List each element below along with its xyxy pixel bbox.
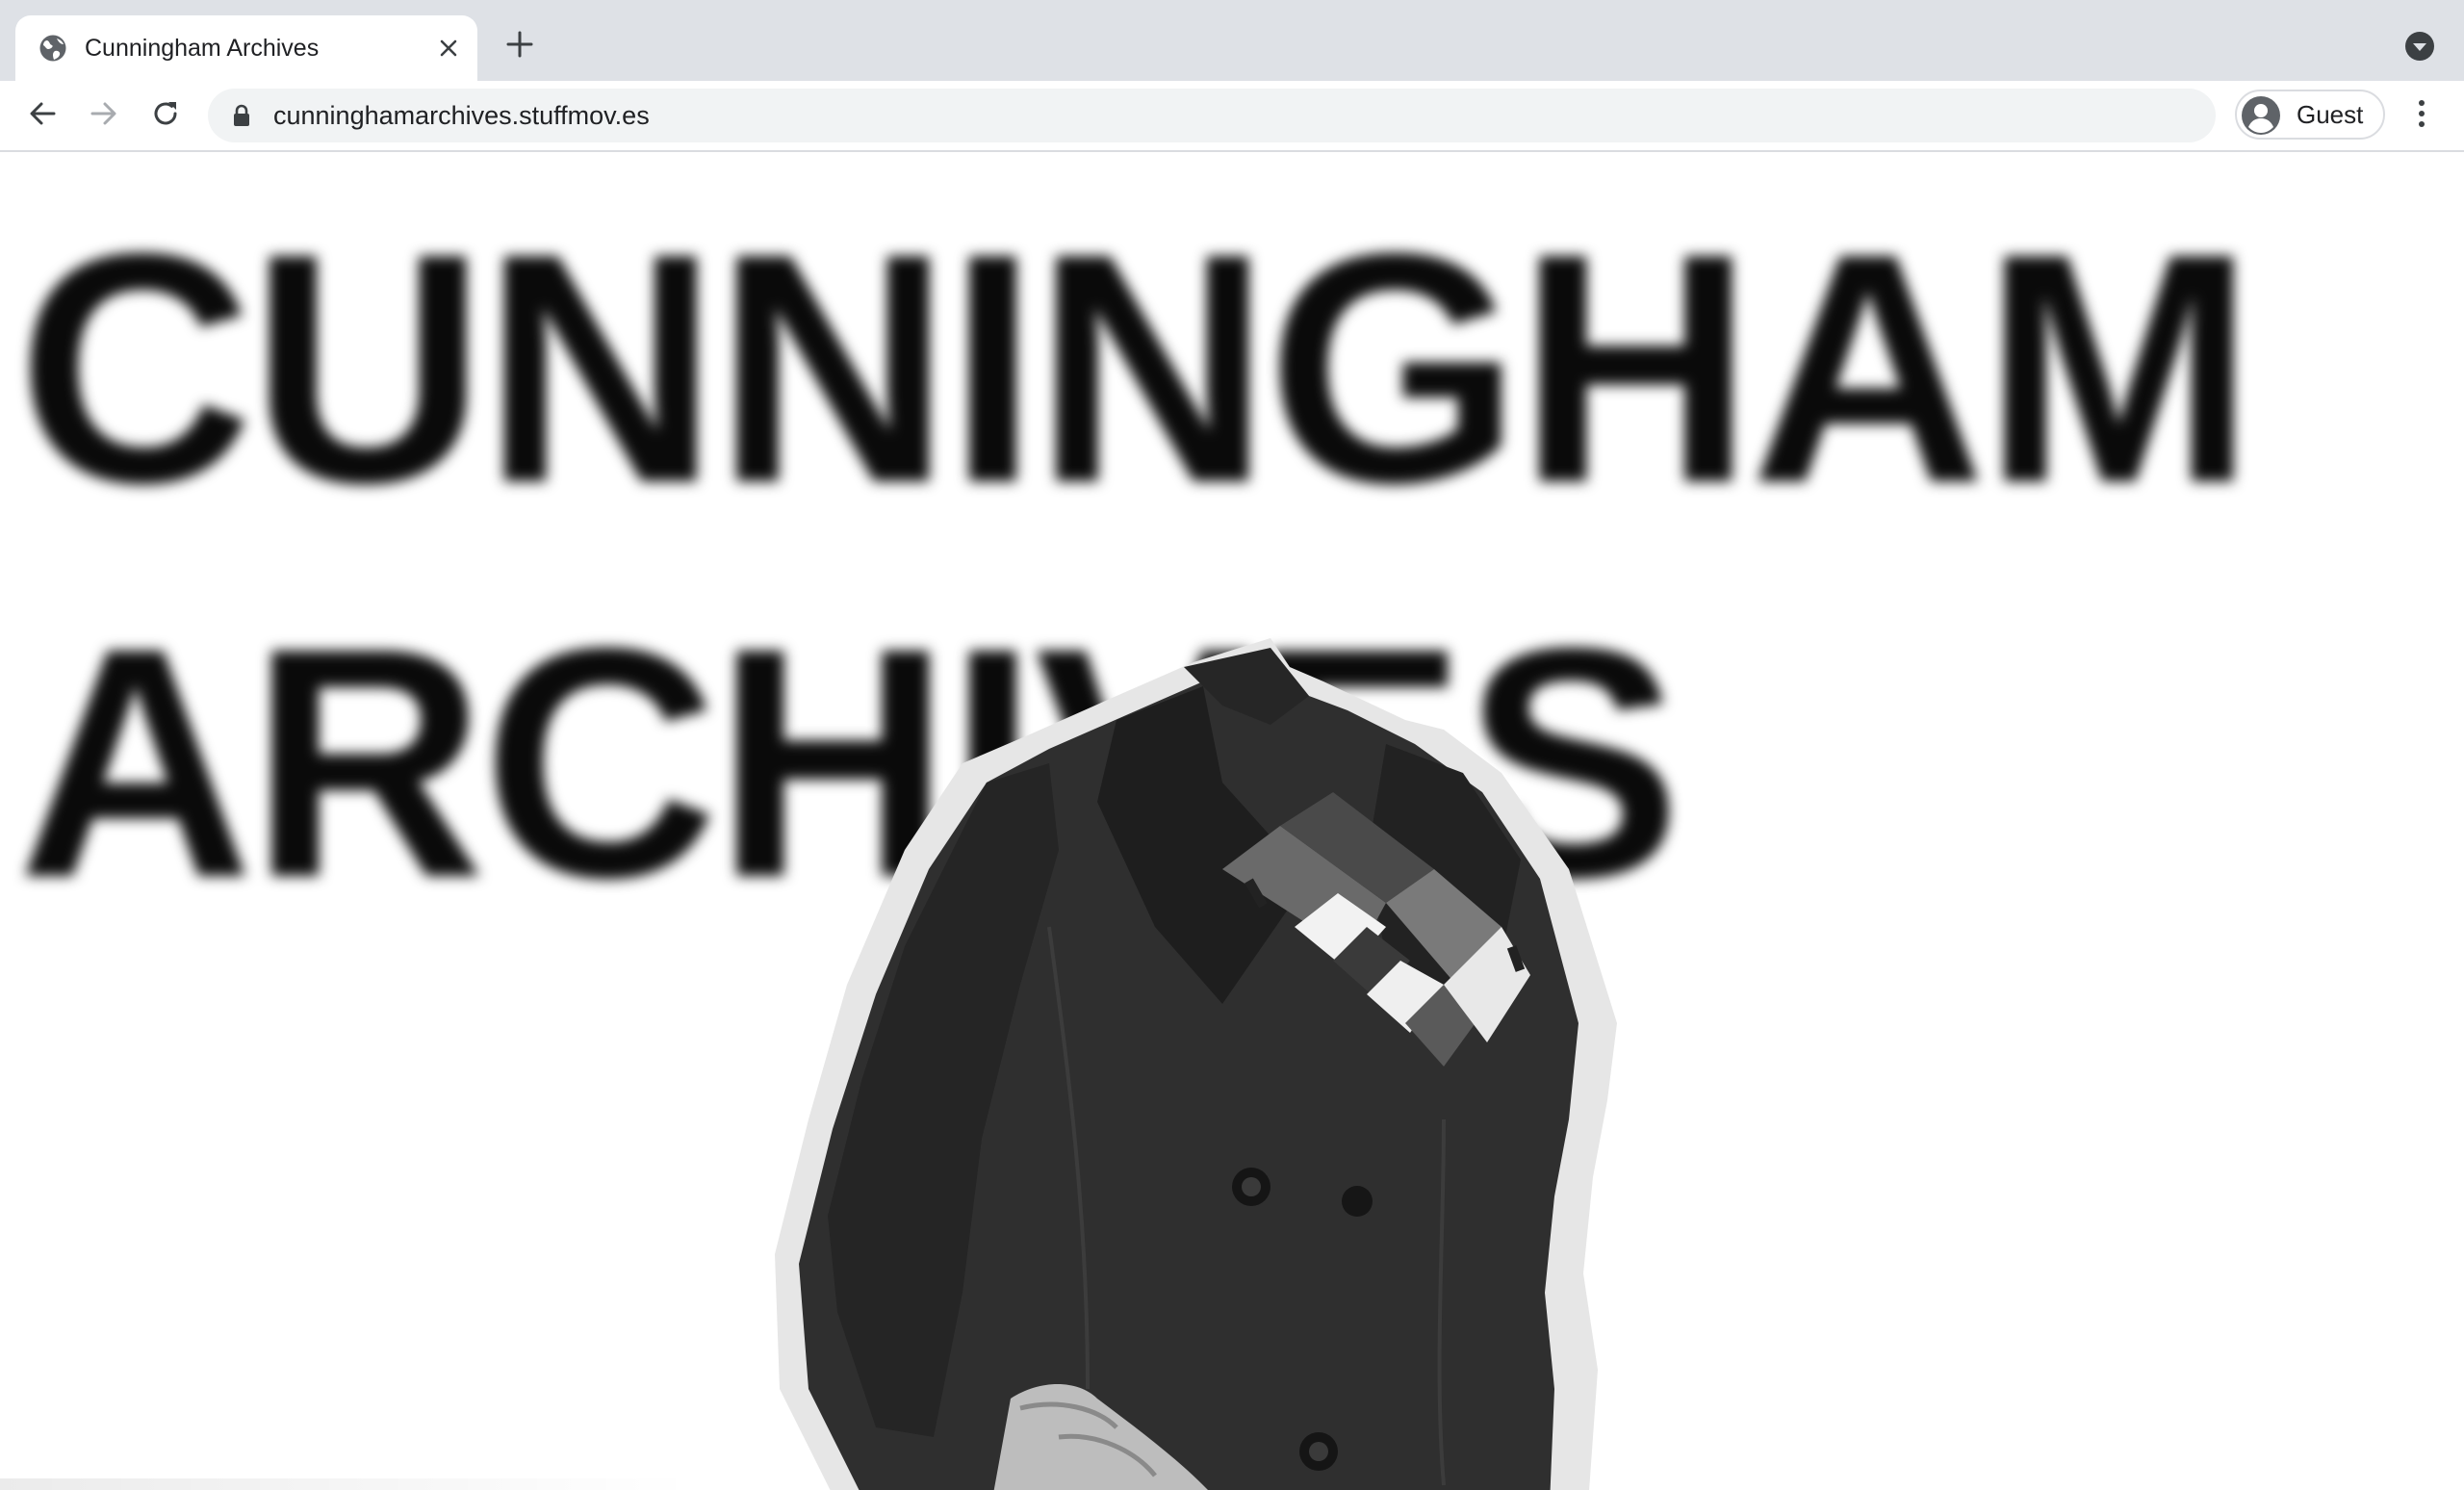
- back-button[interactable]: [23, 96, 62, 135]
- forward-button[interactable]: [85, 96, 123, 135]
- url-text[interactable]: cunninghamarchives.stuffmov.es: [273, 100, 650, 131]
- lock-icon[interactable]: [231, 104, 252, 127]
- tab-title: Cunningham Archives: [85, 35, 320, 62]
- reload-icon: [150, 98, 181, 134]
- globe-icon: [38, 34, 67, 63]
- plus-icon: [506, 31, 533, 63]
- arrow-right-icon: [89, 98, 119, 134]
- profile-button[interactable]: Guest: [2235, 90, 2385, 140]
- new-tab-button[interactable]: [500, 27, 539, 65]
- browser-window: Cunningham Archives cunninghamarchives.s…: [0, 0, 2464, 1490]
- bottom-edge-shadow: [0, 1478, 693, 1490]
- address-bar[interactable]: cunninghamarchives.stuffmov.es: [208, 89, 2216, 142]
- site-title-line-1: CUNNINGHAM: [17, 186, 2255, 552]
- browser-toolbar: cunninghamarchives.stuffmov.es Guest: [0, 81, 2464, 152]
- profile-label: Guest: [2297, 100, 2364, 129]
- arrow-left-icon: [27, 98, 58, 134]
- reload-button[interactable]: [146, 96, 185, 135]
- page-content: CUNNINGHAM ARCHIVES: [0, 152, 2464, 1490]
- tab-search-button[interactable]: [2402, 31, 2437, 65]
- tab-close-icon[interactable]: [433, 33, 464, 64]
- chevron-down-circle-icon: [2404, 31, 2435, 66]
- tab-cunningham-archives[interactable]: Cunningham Archives: [15, 15, 477, 81]
- browser-menu-button[interactable]: [2402, 96, 2441, 135]
- three-dots-vertical-icon: [2417, 99, 2426, 133]
- coat-figure-image: [775, 638, 1617, 1490]
- avatar-icon: [2241, 95, 2281, 136]
- tab-strip: Cunningham Archives: [0, 0, 2464, 81]
